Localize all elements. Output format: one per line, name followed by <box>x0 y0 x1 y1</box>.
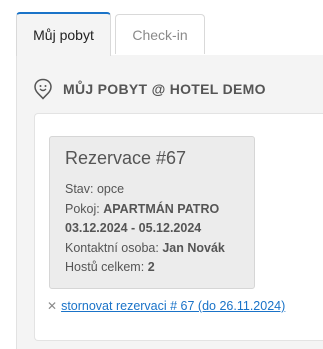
cancel-reservation: ✕ stornovat rezervaci # 67 (do 26.11.202… <box>47 299 285 313</box>
reservation-title: Rezervace #67 <box>65 148 187 168</box>
smile-icon <box>34 78 52 100</box>
tab-muj-pobyt[interactable]: Můj pobyt <box>16 12 111 56</box>
contact-label: Kontaktní osoba: <box>65 240 159 255</box>
status-label: Stav: <box>65 182 94 196</box>
status-row: Stav: opce <box>65 180 239 200</box>
guests-row: Hostů celkem: 2 <box>65 258 239 278</box>
guests-label: Hostů celkem: <box>65 260 145 274</box>
stay-panel: MŮJ POBYT @ HOTEL DEMO Rezervace #67 Sta… <box>16 55 323 349</box>
close-icon: ✕ <box>47 299 58 313</box>
status-value: opce <box>96 182 125 196</box>
panel-header: MŮJ POBYT @ HOTEL DEMO <box>33 78 266 100</box>
room-row: Pokoj: APARTMÁN PATRO <box>65 200 239 220</box>
cancel-reservation-link[interactable]: stornovat rezervaci # 67 (do 26.11.2024) <box>61 299 285 313</box>
panel-title: MŮJ POBYT @ HOTEL DEMO <box>63 81 266 97</box>
reservation-container: Rezervace #67 Stav: opce Pokoj: APARTMÁN… <box>34 113 323 341</box>
tab-bar: Můj pobyt Check-in <box>0 0 323 56</box>
room-label: Pokoj: <box>65 201 100 216</box>
room-value: APARTMÁN PATRO <box>103 201 220 216</box>
contact-value: Jan Novák <box>162 240 225 255</box>
reservation-card: Rezervace #67 Stav: opce Pokoj: APARTMÁN… <box>49 136 255 289</box>
guests-value: 2 <box>147 260 155 274</box>
tab-check-in[interactable]: Check-in <box>115 14 205 54</box>
contact-row: Kontaktní osoba: Jan Novák <box>65 239 239 259</box>
dates-row: 03.12.2024 - 05.12.2024 <box>65 221 202 235</box>
